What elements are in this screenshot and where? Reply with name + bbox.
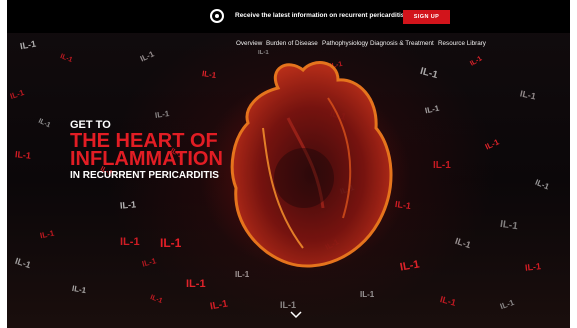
nav-item-burden-of-disease[interactable]: Burden of Disease bbox=[266, 40, 318, 47]
il1-tag: IL-1 bbox=[186, 278, 206, 290]
il1-tag: IL-1 bbox=[59, 53, 74, 64]
il1-tag: IL-1 bbox=[499, 218, 519, 233]
il1-tag: IL-1 bbox=[8, 88, 26, 101]
il1-tag: IL-1 bbox=[14, 149, 32, 161]
chevron-down-icon[interactable] bbox=[290, 311, 302, 319]
main-nav: Overview Burden of Disease Pathophysiolo… bbox=[0, 40, 577, 52]
il1-tag: IL-1 bbox=[453, 235, 473, 251]
il1-tag: IL-1 bbox=[160, 236, 182, 250]
sign-up-button[interactable]: SIGN UP bbox=[403, 10, 450, 24]
nav-item-diagnosis-treatment[interactable]: Diagnosis & Treatment bbox=[370, 40, 434, 47]
il1-tag: IL-1 bbox=[433, 160, 451, 171]
il1-tag: IL-1 bbox=[119, 199, 137, 211]
il1-tag: IL-1 bbox=[120, 236, 140, 248]
il1-tag: IL-1 bbox=[39, 228, 56, 241]
page-gutter-left bbox=[0, 0, 7, 328]
il1-tag: IL-1 bbox=[71, 283, 87, 296]
hero-line-3: INFLAMMATION bbox=[70, 148, 223, 170]
hero-line-4: IN RECURRENT PERICARDITIS bbox=[70, 170, 219, 181]
il1-tag: IL-1 bbox=[149, 294, 164, 305]
il1-tag: IL-1 bbox=[424, 103, 441, 116]
il1-tag: IL-1 bbox=[141, 256, 158, 269]
il1-tag: IL-1 bbox=[360, 290, 375, 299]
page-gutter-right bbox=[570, 0, 577, 328]
il1-tag: IL-1 bbox=[483, 137, 501, 152]
il1-tag: IL-1 bbox=[154, 109, 170, 120]
il1-tag: IL-1 bbox=[498, 297, 516, 312]
il1-tag: IL-1 bbox=[533, 177, 551, 192]
il1-tag: IL-1 bbox=[280, 300, 297, 310]
circle-logo-icon[interactable] bbox=[210, 9, 224, 23]
nav-item-overview[interactable]: Overview bbox=[236, 40, 262, 47]
il1-tag: IL-1 bbox=[13, 255, 33, 271]
il1-tag: IL-1 bbox=[469, 55, 484, 68]
nav-item-resource-library[interactable]: Resource Library bbox=[438, 40, 486, 47]
il1-tag: IL-1 bbox=[438, 294, 458, 308]
nav-item-pathophysiology[interactable]: Pathophysiology bbox=[322, 40, 368, 47]
il1-tag: IL-1 bbox=[524, 261, 542, 273]
hero-page: IL-1 IL-1 IL-1 IL-1 IL-1 IL-1 IL-1 IL-1 … bbox=[0, 0, 577, 328]
il1-tag: IL-1 bbox=[519, 88, 537, 102]
il1-tag: IL-1 bbox=[37, 117, 52, 130]
top-banner: Receive the latest information on recurr… bbox=[7, 0, 570, 33]
banner-message: Receive the latest information on recurr… bbox=[235, 12, 407, 19]
heart-illustration bbox=[230, 61, 393, 268]
il1-tag: IL-1 bbox=[418, 65, 439, 82]
il1-tag: IL-1 bbox=[209, 298, 229, 313]
